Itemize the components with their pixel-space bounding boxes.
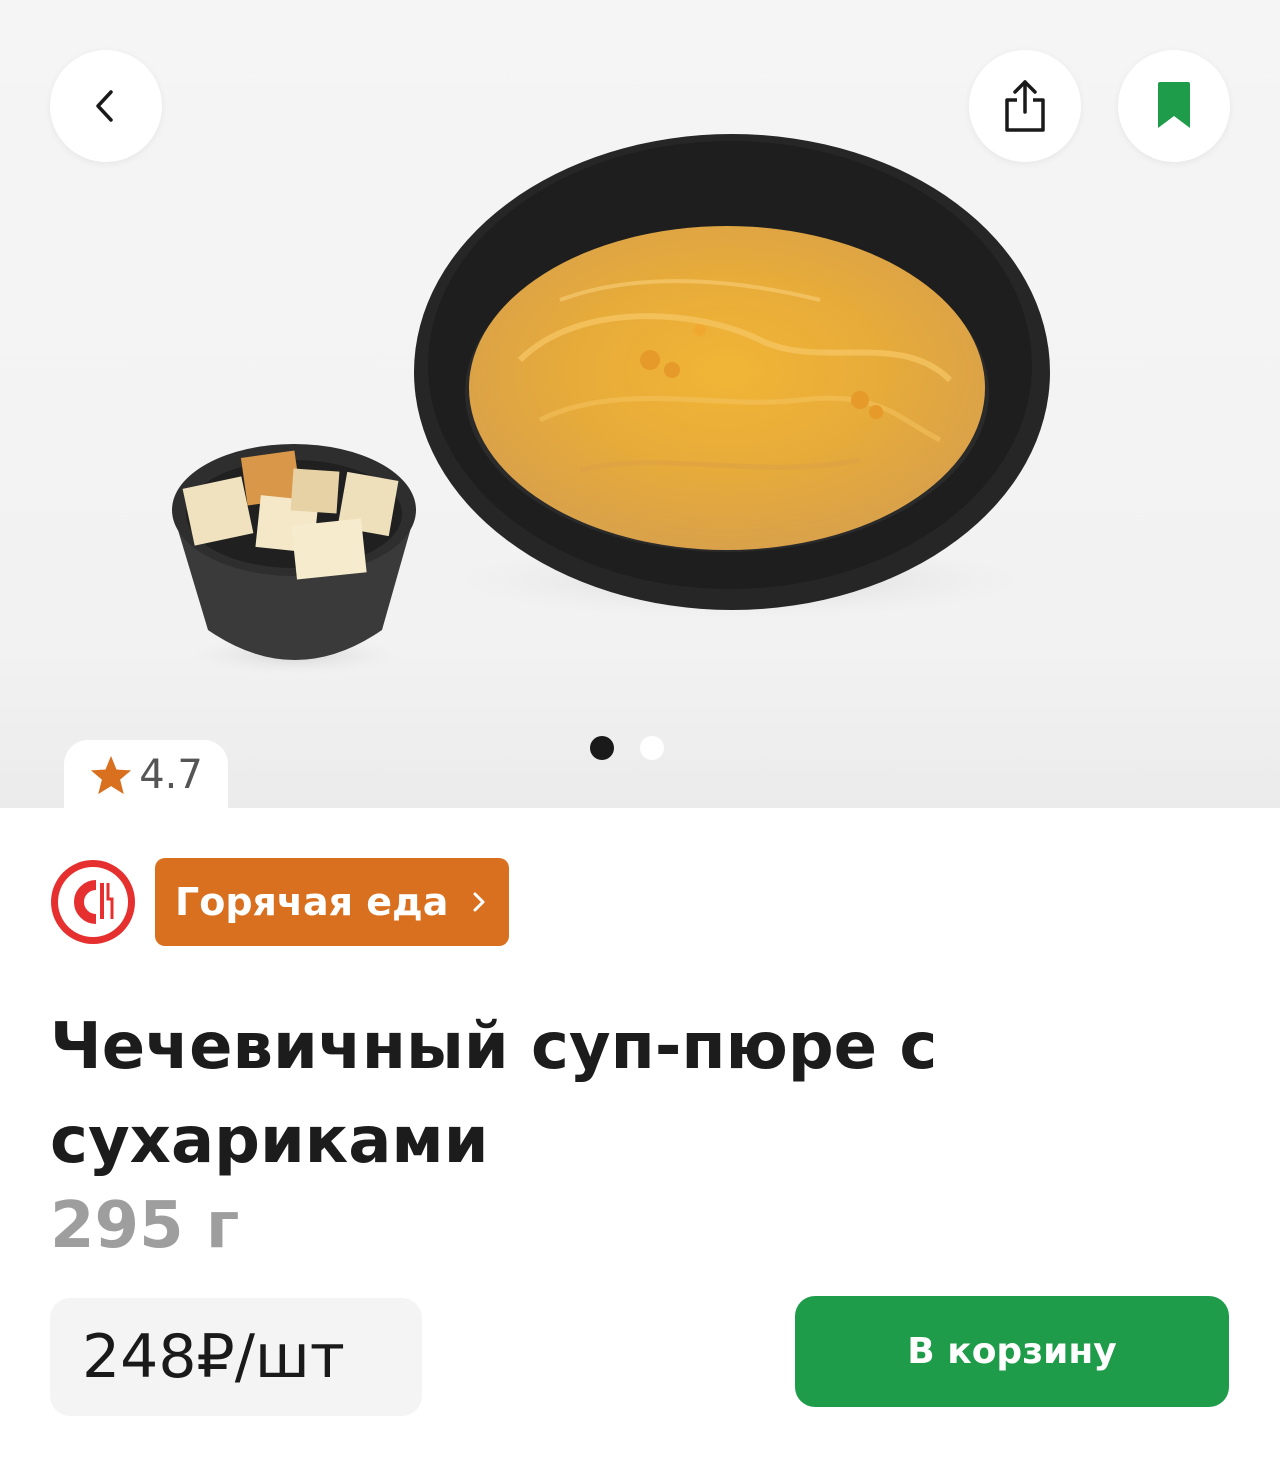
share-icon (1005, 80, 1045, 132)
store-logo-icon[interactable] (50, 859, 136, 945)
star-icon (91, 755, 132, 795)
category-chip[interactable]: Горячая еда (155, 858, 509, 946)
chevron-right-icon (470, 888, 488, 916)
product-photo (172, 134, 1050, 675)
category-label: Горячая еда (175, 880, 449, 924)
bookmark-icon (1158, 82, 1190, 128)
back-button[interactable] (50, 50, 162, 162)
add-to-cart-label: В корзину (907, 1331, 1117, 1372)
pagination-dot[interactable] (640, 736, 664, 760)
product-image-gallery[interactable]: 4.7 (0, 0, 1280, 808)
price-text: 248₽/шт (82, 1322, 345, 1392)
pagination-dot-active[interactable] (590, 736, 614, 760)
add-to-cart-button[interactable]: В корзину (795, 1296, 1229, 1407)
bookmark-button[interactable] (1118, 50, 1230, 162)
gallery-pagination (590, 736, 664, 760)
share-button[interactable] (969, 50, 1081, 162)
rating-value: 4.7 (139, 752, 203, 798)
product-weight: 295 г (50, 1189, 240, 1263)
rating-badge: 4.7 (64, 740, 228, 808)
product-title: Чечевичный суп-пюре с сухариками (50, 1010, 938, 1178)
price-box: 248₽/шт (50, 1298, 422, 1416)
chevron-left-icon (96, 90, 113, 122)
